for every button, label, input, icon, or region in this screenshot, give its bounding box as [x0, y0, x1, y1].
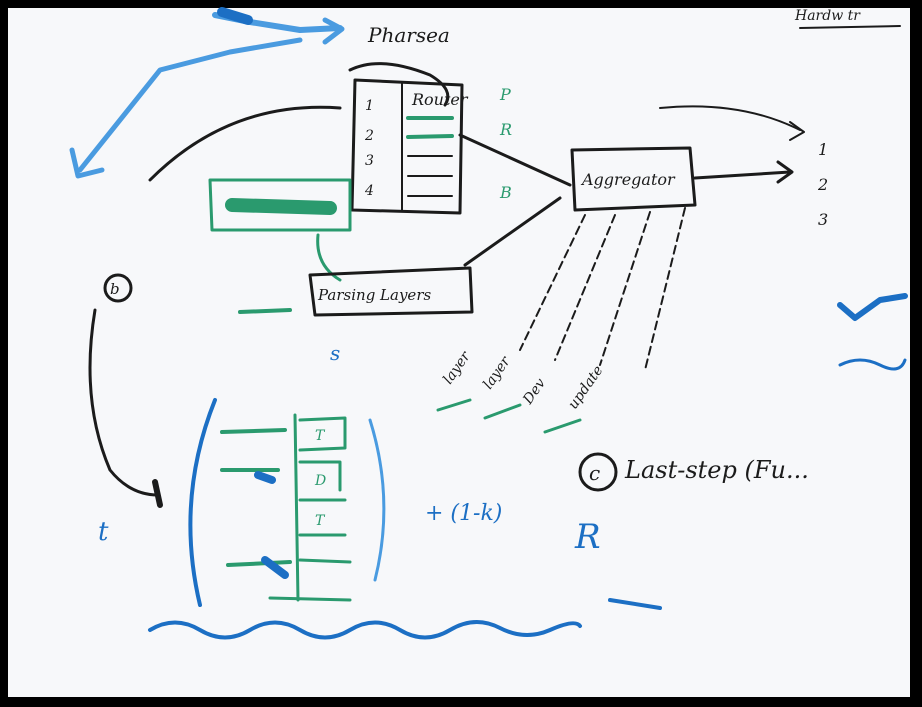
bottom-node-input-arrow	[238, 308, 292, 314]
fan-label-4: update	[565, 363, 606, 412]
matrix-cell-text-3: T	[315, 513, 326, 529]
corner-line	[799, 25, 901, 29]
table-index-2: 2	[364, 128, 374, 144]
equation-r: R	[574, 517, 601, 557]
top-right-arrowhead	[789, 121, 805, 141]
matrix-row-3	[226, 560, 292, 567]
photo-frame: Hardw tr Pharsea Router 1 2 3 4 P R B Ag…	[0, 0, 922, 707]
green-box-fill	[225, 198, 337, 215]
matrix-cell-text-1: T	[315, 428, 326, 444]
top-right-curve	[659, 105, 801, 131]
fan-label-1: layer	[440, 348, 474, 388]
right-list-3: 3	[818, 210, 828, 229]
left-curve	[148, 105, 342, 182]
bottom-dash	[608, 598, 662, 610]
circle-c-label: c	[589, 461, 600, 485]
matrix-bottom-line	[268, 596, 352, 602]
table-row-2	[406, 134, 454, 139]
matrix-cell-5	[298, 558, 352, 564]
bottom-blue-sigma: s	[330, 341, 340, 365]
green-mark-b: B	[499, 183, 512, 202]
green-mark-r: R	[499, 120, 512, 139]
right-list-2: 2	[817, 175, 828, 194]
equation-right: Last-step (Fu...	[624, 456, 809, 484]
left-curve-mark	[152, 479, 163, 508]
corner-scribble: Hardw tr	[794, 8, 861, 24]
blue-diagonal-arrow	[77, 37, 303, 173]
fan-green-3	[543, 418, 582, 434]
right-blue-wave	[838, 358, 907, 371]
matrix-row-1	[220, 428, 287, 434]
fan-line-2	[554, 214, 616, 361]
fan-line-1	[519, 214, 586, 351]
matrix-cell-text-2: D	[314, 473, 326, 489]
equation-left-t: t	[98, 517, 109, 547]
right-blue-mark	[837, 293, 908, 321]
whiteboard-sketch: Hardw tr Pharsea Router 1 2 3 4 P R B Ag…	[69, 7, 908, 640]
green-mark-p: P	[499, 85, 511, 104]
equation-mid: + (1-k)	[425, 501, 502, 526]
table-header: Router	[411, 90, 469, 109]
matrix-right-paren	[368, 418, 386, 582]
line-bottom-to-center	[463, 196, 562, 267]
matrix-left-paren	[188, 398, 217, 607]
bottom-wave	[148, 620, 582, 640]
table-index-col: 1	[365, 98, 374, 114]
circle-b-label: b	[110, 280, 120, 298]
bottom-node-label: Parsing Layers	[317, 286, 431, 304]
fan-line-4	[644, 207, 686, 371]
line-table-to-center	[458, 133, 572, 187]
center-right-arrow	[693, 170, 792, 180]
fan-label-3: Dev	[520, 376, 549, 409]
right-list-1: 1	[818, 140, 828, 159]
left-tall-curve	[88, 308, 160, 497]
center-node-label: Aggregator	[580, 170, 676, 189]
matrix-blob-1	[254, 471, 276, 484]
table-index-4: 4	[364, 183, 374, 199]
matrix-col-divider	[293, 413, 300, 602]
top-node-label: Pharsea	[367, 23, 450, 47]
fan-green-1	[436, 398, 472, 412]
table-index-3: 3	[365, 153, 374, 169]
fan-green-2	[483, 403, 522, 420]
fan-label-2: layer	[480, 353, 514, 393]
